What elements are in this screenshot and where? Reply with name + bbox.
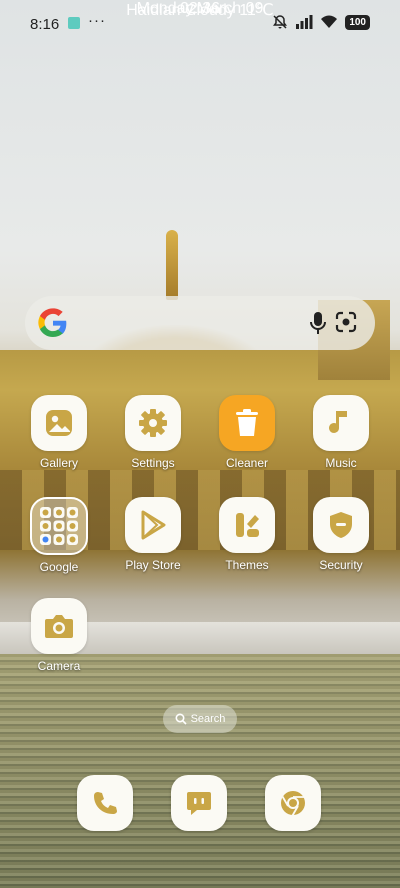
app-label: Music xyxy=(325,456,357,470)
app-settings[interactable]: Settings xyxy=(113,395,193,470)
app-label: Security xyxy=(319,558,363,572)
app-label: Themes xyxy=(225,558,269,572)
gallery-icon[interactable] xyxy=(31,395,87,451)
app-music[interactable]: Music xyxy=(301,395,381,470)
app-cleaner[interactable]: Cleaner xyxy=(207,395,287,470)
google-logo-icon xyxy=(38,308,67,337)
message-icon[interactable] xyxy=(171,775,227,831)
home-search-label: Search xyxy=(190,713,226,725)
app-themes[interactable]: Themes xyxy=(207,497,287,572)
shield-icon[interactable] xyxy=(313,497,369,553)
themes-icon[interactable] xyxy=(219,497,275,553)
app-label: Settings xyxy=(131,456,175,470)
play-store-icon[interactable] xyxy=(125,497,181,553)
chrome-icon[interactable] xyxy=(265,775,321,831)
app-label: Gallery xyxy=(39,456,78,470)
clock-weather[interactable]: Haidian Cloudy 11℃ xyxy=(0,0,400,20)
app-gallery[interactable]: Gallery xyxy=(19,395,99,470)
google-lens-icon[interactable] xyxy=(335,311,357,333)
microphone-icon[interactable] xyxy=(308,311,328,335)
camera-icon[interactable] xyxy=(31,598,87,654)
trash-icon[interactable] xyxy=(219,395,275,451)
phone-icon[interactable] xyxy=(77,775,133,831)
search-icon xyxy=(175,713,187,725)
app-play-store[interactable]: Play Store xyxy=(113,497,193,572)
google-search-bar[interactable] xyxy=(25,296,375,350)
app-label: Google xyxy=(39,560,79,574)
gear-icon[interactable] xyxy=(125,395,181,451)
app-label: Camera xyxy=(37,659,81,673)
home-search-button[interactable]: Search xyxy=(163,705,237,733)
app-camera[interactable]: Camera xyxy=(19,598,99,673)
app-label: Play Store xyxy=(125,558,181,572)
folder-icon[interactable] xyxy=(30,497,88,555)
app-security[interactable]: Security xyxy=(301,497,381,572)
app-label: Cleaner xyxy=(225,456,269,470)
app-google-folder[interactable]: Google xyxy=(19,497,99,574)
music-note-icon[interactable] xyxy=(313,395,369,451)
